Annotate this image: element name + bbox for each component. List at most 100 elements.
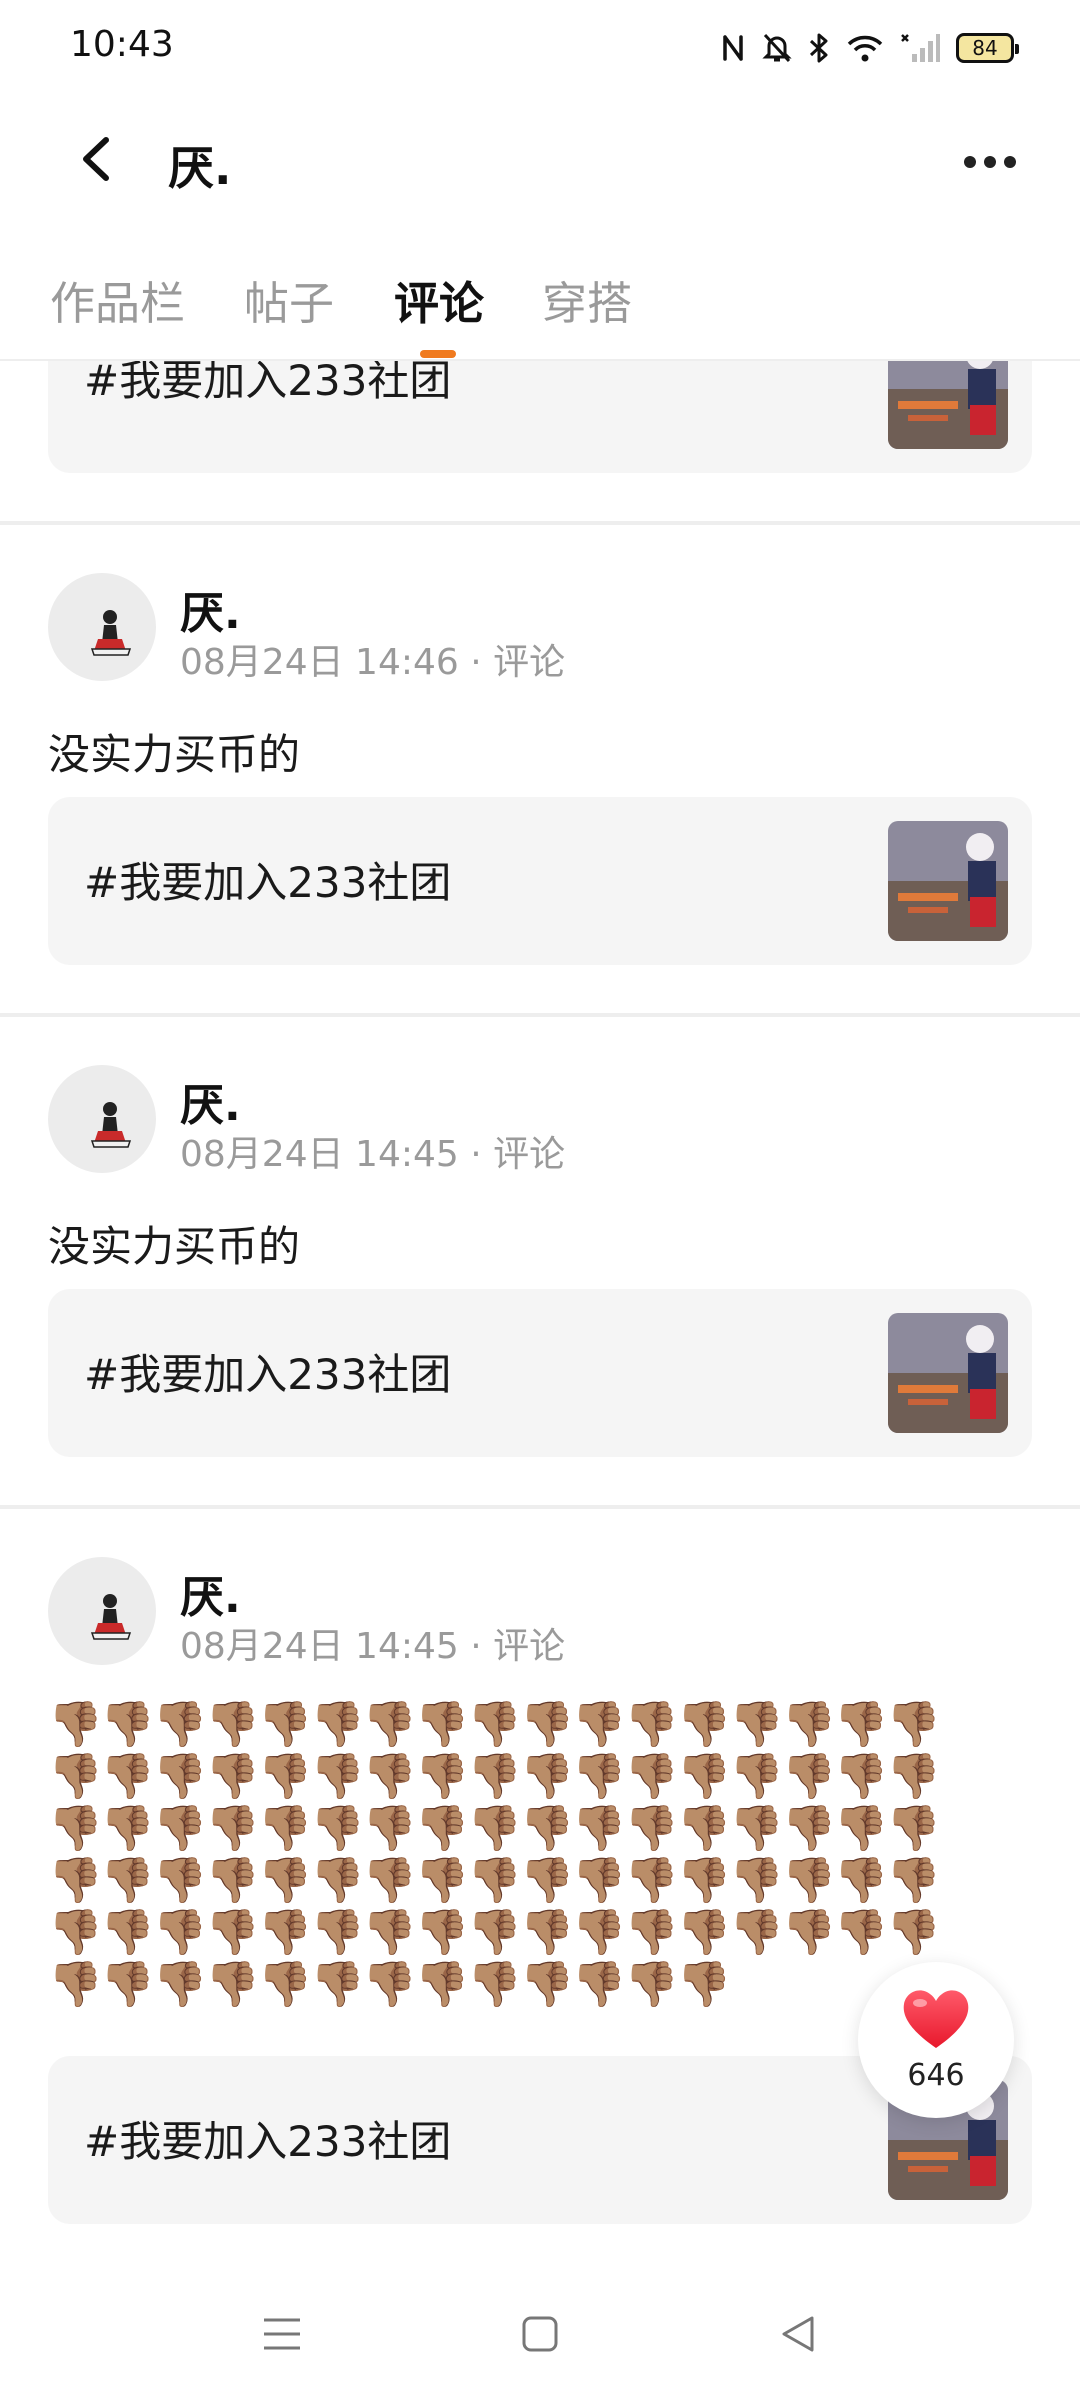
thumbs-down-emoji: 👎🏽 [414, 1959, 470, 2010]
thumbs-down-emoji: 👎🏽 [729, 1907, 784, 1958]
thumbs-down-emoji: 👎🏽 [152, 1855, 208, 1906]
thumbs-down-emoji: 👎🏽 [205, 1855, 260, 1906]
thumbs-down-emoji: 👎🏽 [152, 1751, 208, 1802]
tab-works[interactable]: 作品栏 [50, 267, 185, 332]
tab-comments[interactable]: 评论 [394, 267, 484, 332]
nav-menu-button[interactable] [252, 2304, 312, 2364]
tab-outfits[interactable]: 穿搭 [542, 267, 632, 332]
topic-card-text: #我要加入233社团 [84, 361, 452, 405]
avatar[interactable] [48, 573, 156, 681]
header: 厌. [0, 96, 1080, 231]
thumbs-down-emoji: 👎🏽 [152, 1907, 208, 1958]
thumbs-down-emoji: 👎🏽 [571, 1959, 627, 2010]
thumbs-down-emoji: 👎🏽 [48, 1907, 103, 1958]
thumbs-down-emoji: 👎🏽 [676, 1959, 732, 2010]
thumbs-down-emoji: 👎🏽 [362, 1855, 418, 1906]
topic-card-text: #我要加入233社团 [84, 2117, 452, 2166]
thumbs-down-emoji: 👎🏽 [205, 1803, 260, 1854]
thumbs-down-emoji: 👎🏽 [729, 1751, 784, 1802]
like-count: 646 [907, 2058, 965, 2093]
thumbs-down-emoji: 👎🏽 [624, 1907, 680, 1958]
thumbs-down-emoji: 👎🏽 [519, 1855, 575, 1906]
username[interactable]: 厌. [180, 1561, 241, 1625]
more-button[interactable] [950, 132, 1030, 192]
avatar[interactable] [48, 1065, 156, 1173]
thumbs-down-emoji: 👎🏽 [886, 1907, 942, 1958]
thumbs-down-emoji: 👎🏽 [257, 1803, 313, 1854]
thumbs-down-emoji: 👎🏽 [257, 1699, 313, 1750]
thumbs-down-emoji: 👎🏽 [414, 1855, 470, 1906]
thumbs-down-emoji: 👎🏽 [362, 1907, 418, 1958]
thumbs-down-emoji: 👎🏽 [467, 1907, 522, 1958]
thumbs-down-emoji: 👎🏽 [676, 1699, 732, 1750]
thumbs-down-emoji: 👎🏽 [152, 1699, 208, 1750]
thumbs-down-emoji: 👎🏽 [414, 1699, 470, 1750]
thumbs-down-emoji: 👎🏽 [362, 1699, 418, 1750]
thumbs-down-emoji: 👎🏽 [886, 1751, 942, 1802]
nav-back-button[interactable] [768, 2304, 828, 2364]
avatar[interactable] [48, 1557, 156, 1665]
divider [0, 521, 1080, 525]
thumbs-down-emoji: 👎🏽 [205, 1751, 260, 1802]
username[interactable]: 厌. [180, 1069, 241, 1133]
active-tab-indicator [420, 350, 456, 358]
topic-card[interactable]: #我要加入233社团 [48, 361, 1032, 473]
thumbs-down-emoji: 👎🏽 [624, 1699, 680, 1750]
thumbs-down-emoji: 👎🏽 [309, 1699, 365, 1750]
thumbs-down-emoji: 👎🏽 [100, 1803, 156, 1854]
thumbs-down-emoji: 👎🏽 [309, 1959, 365, 2010]
thumbs-down-emoji: 👎🏽 [624, 1855, 680, 1906]
tab-bar: 作品栏 帖子 评论 穿搭 [0, 231, 1080, 361]
thumbs-down-emoji: 👎🏽 [48, 1803, 103, 1854]
battery-icon: 84 [956, 33, 1019, 63]
emoji-comment: 👎🏽 👎🏽 👎🏽 👎🏽 👎🏽 👎🏽 👎🏽 👎🏽 👎🏽 👎🏽 👎🏽 👎🏽 👎🏽 👎🏽 👎🏽 👎🏽 👎🏽 👎🏽 👎🏽 👎🏽… [48, 1699, 988, 2011]
thumbs-down-emoji: 👎🏽 [729, 1803, 784, 1854]
topic-thumbnail [888, 361, 1008, 449]
thumbs-down-emoji: 👎🏽 [519, 1959, 575, 2010]
like-button[interactable]: 646 [858, 1962, 1014, 2118]
thumbs-down-emoji: 👎🏽 [100, 1855, 156, 1906]
thumbs-down-emoji: 👎🏽 [362, 1803, 418, 1854]
thumbs-down-emoji: 👎🏽 [519, 1803, 575, 1854]
thumbs-down-emoji: 👎🏽 [48, 1959, 103, 2010]
status-bar: 10:43 84 [0, 0, 1080, 96]
thumbs-down-emoji: 👎🏽 [676, 1855, 732, 1906]
thumbs-down-emoji: 👎🏽 [833, 1803, 889, 1854]
battery-level: 84 [972, 36, 998, 60]
signal-icon [901, 34, 940, 62]
thumbs-down-emoji: 👎🏽 [676, 1907, 732, 1958]
thumbs-down-emoji: 👎🏽 [781, 1699, 837, 1750]
topic-card[interactable]: #我要加入233社团 [48, 797, 1032, 965]
thumbs-down-emoji: 👎🏽 [571, 1803, 627, 1854]
thumbs-down-emoji: 👎🏽 [309, 1751, 365, 1802]
divider [0, 1505, 1080, 1509]
thumbs-down-emoji: 👎🏽 [886, 1699, 942, 1750]
thumbs-down-emoji: 👎🏽 [467, 1855, 522, 1906]
thumbs-down-emoji: 👎🏽 [886, 1803, 942, 1854]
divider [0, 1013, 1080, 1017]
thumbs-down-emoji: 👎🏽 [624, 1751, 680, 1802]
thumbs-down-emoji: 👎🏽 [205, 1699, 260, 1750]
thumbs-down-emoji: 👎🏽 [257, 1959, 313, 2010]
thumbs-down-emoji: 👎🏽 [257, 1855, 313, 1906]
post-meta: 08月24日 14:45 · 评论 [180, 1134, 566, 1175]
tab-posts[interactable]: 帖子 [244, 267, 334, 332]
heart-icon [903, 1990, 969, 2048]
username[interactable]: 厌. [180, 577, 241, 641]
thumbs-down-emoji: 👎🏽 [414, 1907, 470, 1958]
topic-card-text: #我要加入233社团 [84, 858, 452, 907]
nav-home-button[interactable] [510, 2304, 570, 2364]
back-button[interactable] [62, 126, 128, 192]
wifi-icon [847, 35, 883, 62]
topic-thumbnail [888, 1313, 1008, 1433]
topic-card[interactable]: #我要加入233社团 [48, 1289, 1032, 1457]
thumbs-down-emoji: 👎🏽 [257, 1751, 313, 1802]
system-nav-bar [0, 2260, 1080, 2400]
thumbs-down-emoji: 👎🏽 [205, 1907, 260, 1958]
thumbs-down-emoji: 👎🏽 [781, 1855, 837, 1906]
thumbs-down-emoji: 👎🏽 [257, 1907, 313, 1958]
thumbs-down-emoji: 👎🏽 [571, 1907, 627, 1958]
thumbs-down-emoji: 👎🏽 [414, 1751, 470, 1802]
menu-icon [264, 2318, 300, 2350]
chevron-left-icon [83, 137, 109, 181]
